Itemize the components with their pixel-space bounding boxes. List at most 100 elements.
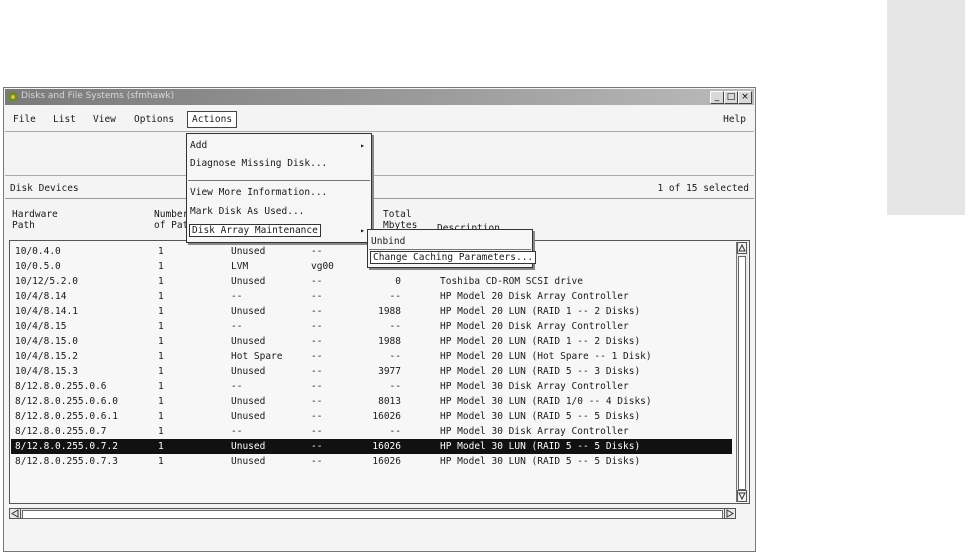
table-row[interactable]: 10/4/8.15.3 1 Unused -- 3977 HP Model 20 LUN …: [11, 364, 732, 379]
table-row[interactable]: 8/12.8.0.255.0.6 1 -- -- -- HP Model 30 Disk …: [11, 379, 732, 394]
cell-number-of-paths: 1: [158, 261, 164, 272]
cell-hardware-path: 10/4/8.15.2: [15, 351, 78, 362]
menu-item-diagnose[interactable]: Diagnose Missing Disk...: [190, 158, 327, 169]
menu-list[interactable]: List: [53, 114, 76, 125]
table-row[interactable]: 8/12.8.0.255.0.7.2 1 Unused -- 16026 HP Model…: [11, 439, 732, 454]
cell-use: Unused: [231, 276, 266, 287]
cell-hardware-path: 10/4/8.15.3: [15, 366, 78, 377]
cell-description: HP Model 30 LUN (RAID 5 -- 5 Disks): [440, 456, 641, 467]
cell-description: HP Model 20 LUN (Hot Spare -- 1 Disk): [440, 351, 652, 362]
cell-total-mbytes: 3977: [378, 366, 401, 377]
cell-use: Unused: [231, 396, 266, 407]
column-hardware-path[interactable]: Hardware Path: [12, 209, 58, 231]
cell-description: HP Model 20 LUN (RAID 1 -- 2 Disks): [440, 306, 641, 317]
table-row[interactable]: 10/4/8.15.2 1 Hot Spare -- -- HP Model 20 LUN…: [11, 349, 732, 364]
cell-group: --: [311, 351, 323, 362]
cell-number-of-paths: 1: [158, 306, 164, 317]
cell-description: HP Model 30 Disk Array Controller: [440, 381, 629, 392]
table-row[interactable]: 8/12.8.0.255.0.7 1 -- -- -- HP Model 30 Disk …: [11, 424, 732, 439]
menu-item-unbind[interactable]: Unbind: [371, 236, 405, 247]
menu-item-mark-used[interactable]: Mark Disk As Used...: [190, 206, 304, 217]
cell-use: Unused: [231, 441, 266, 452]
menu-file[interactable]: File: [13, 114, 36, 125]
cell-use: Unused: [231, 411, 266, 422]
horizontal-scroll-thumb[interactable]: [22, 510, 723, 519]
minimize-button[interactable]: _: [710, 91, 724, 104]
left-arrow-icon[interactable]: [10, 509, 21, 518]
cell-number-of-paths: 1: [158, 351, 164, 362]
cell-use: Unused: [231, 456, 266, 467]
horizontal-scrollbar[interactable]: [9, 508, 736, 519]
menu-item-change-caching[interactable]: Change Caching Parameters...: [369, 251, 537, 264]
cell-number-of-paths: 1: [158, 441, 164, 452]
table-row[interactable]: 8/12.8.0.255.0.6.1 1 Unused -- 16026 HP Model…: [11, 409, 732, 424]
cell-hardware-path: 10/0.4.0: [15, 246, 61, 257]
cell-total-mbytes: 1988: [378, 336, 401, 347]
cell-group: --: [311, 336, 323, 347]
cell-group: --: [311, 396, 323, 407]
cell-group: --: [311, 306, 323, 317]
menu-help[interactable]: Help: [723, 114, 746, 125]
cell-total-mbytes: --: [389, 291, 401, 302]
vertical-scrollbar[interactable]: [736, 242, 748, 502]
menu-item-view-more[interactable]: View More Information...: [190, 187, 327, 198]
cell-use: Unused: [231, 336, 266, 347]
cell-description: HP Model 20 LUN (RAID 1 -- 2 Disks): [440, 336, 641, 347]
cell-use: Hot Spare: [231, 351, 283, 362]
table-row[interactable]: 10/12/5.2.0 1 Unused -- 0 Toshiba CD-ROM SCSI…: [11, 274, 732, 289]
menu-bar: File List View Options Actions Help: [5, 109, 754, 132]
right-arrow-icon[interactable]: [724, 509, 735, 518]
table-row[interactable]: 10/4/8.15.0 1 Unused -- 1988 HP Model 20 LUN …: [11, 334, 732, 349]
cell-number-of-paths: 1: [158, 381, 164, 392]
cell-hardware-path: 8/12.8.0.255.0.7.3: [15, 456, 118, 467]
cell-use: Unused: [231, 246, 266, 257]
up-arrow-icon[interactable]: [737, 242, 747, 254]
window-title: Disks and File Systems (sfmhawk): [21, 91, 175, 101]
cell-group: --: [311, 381, 323, 392]
title-bar[interactable]: Disks and File Systems (sfmhawk) _ □ ×: [5, 89, 754, 105]
cell-number-of-paths: 1: [158, 396, 164, 407]
cell-number-of-paths: 1: [158, 366, 164, 377]
table-row[interactable]: 8/12.8.0.255.0.6.0 1 Unused -- 8013 HP Model …: [11, 394, 732, 409]
menu-item-add[interactable]: Add: [190, 140, 207, 151]
close-button[interactable]: ×: [738, 91, 752, 104]
disk-list[interactable]: 10/0.4.01Unused--CSI Disk Drive10/0.5.01…: [9, 240, 750, 504]
cell-group: --: [311, 456, 323, 467]
menu-view[interactable]: View: [93, 114, 116, 125]
cell-group: --: [311, 321, 323, 332]
table-row[interactable]: 10/4/8.14.1 1 Unused -- 1988 HP Model 20 LUN …: [11, 304, 732, 319]
cell-total-mbytes: --: [389, 426, 401, 437]
cell-use: --: [231, 381, 243, 392]
table-row[interactable]: 8/12.8.0.255.0.7.3 1 Unused -- 16026 HP Model…: [11, 454, 732, 469]
cell-total-mbytes: --: [389, 351, 401, 362]
cell-hardware-path: 8/12.8.0.255.0.6: [15, 381, 107, 392]
cell-use: --: [231, 426, 243, 437]
cell-use: Unused: [231, 306, 266, 317]
down-arrow-icon[interactable]: [737, 490, 747, 502]
cell-number-of-paths: 1: [158, 246, 164, 257]
cell-group: --: [311, 441, 323, 452]
selected-count: 1 of 15 selected: [657, 183, 749, 194]
cell-hardware-path: 8/12.8.0.255.0.7: [15, 426, 107, 437]
table-row[interactable]: 10/4/8.15 1 -- -- -- HP Model 20 Disk Array C…: [11, 319, 732, 334]
table-row[interactable]: 10/4/8.14 1 -- -- -- HP Model 20 Disk Array C…: [11, 289, 732, 304]
cell-group: --: [311, 276, 323, 287]
maximize-button[interactable]: □: [724, 91, 738, 104]
cell-hardware-path: 10/4/8.15.0: [15, 336, 78, 347]
menu-options[interactable]: Options: [134, 114, 174, 125]
cell-hardware-path: 10/12/5.2.0: [15, 276, 78, 287]
cell-description: HP Model 30 LUN (RAID 5 -- 5 Disks): [440, 441, 641, 452]
cell-description: HP Model 20 LUN (RAID 5 -- 3 Disks): [440, 366, 641, 377]
vertical-scroll-thumb[interactable]: [738, 256, 746, 490]
cell-hardware-path: 8/12.8.0.255.0.6.1: [15, 411, 118, 422]
cell-hardware-path: 10/4/8.14: [15, 291, 67, 302]
cell-use: LVM: [231, 261, 249, 272]
cell-number-of-paths: 1: [158, 411, 164, 422]
cell-total-mbytes: 16026: [372, 456, 401, 467]
disk-manager-icon: [8, 92, 18, 102]
menu-actions[interactable]: Actions: [187, 111, 238, 128]
cell-description: HP Model 30 LUN (RAID 1/0 -- 4 Disks): [440, 396, 652, 407]
menu-item-array-maintenance[interactable]: Disk Array Maintenance: [189, 224, 321, 237]
column-total-mbytes[interactable]: Total Mbytes: [383, 209, 417, 231]
cell-description: Toshiba CD-ROM SCSI drive: [440, 276, 583, 287]
